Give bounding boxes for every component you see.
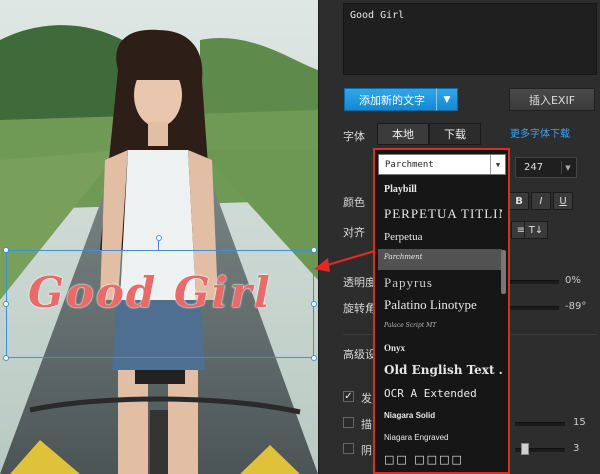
rotation-label: 旋转角 <box>343 302 376 315</box>
opacity-slider[interactable] <box>509 280 559 284</box>
rotate-handle-line <box>158 241 159 250</box>
font-dropdown[interactable]: Parchment ▼ Playbill PERPETUA TITLIN... P… <box>373 148 510 474</box>
rotation-slider[interactable] <box>509 306 559 310</box>
shadow-value: 3 <box>573 443 580 454</box>
resize-handle-br[interactable] <box>311 355 317 361</box>
overlay-text[interactable]: Good Girl <box>28 268 272 317</box>
font-option-ocr-a[interactable]: OCR A Extended <box>384 387 502 400</box>
chevron-down-icon: ▼ <box>443 94 451 105</box>
checkbox-shadow[interactable] <box>343 443 354 454</box>
more-fonts-link[interactable]: 更多字体下载 <box>510 125 570 140</box>
check-icon: ✓ <box>344 391 353 402</box>
font-option-niagara-solid[interactable]: Niagara Solid <box>384 411 502 420</box>
font-size-value: 247 <box>524 162 544 173</box>
tab-local-fonts[interactable]: 本地 <box>377 123 429 145</box>
opacity-value: 0% <box>565 275 581 286</box>
font-family-select[interactable]: Parchment ▼ <box>378 154 506 175</box>
add-text-dropdown[interactable]: ▼ <box>436 88 458 111</box>
shadow-slider-thumb[interactable] <box>521 443 529 455</box>
chevron-down-icon: ▼ <box>561 161 574 174</box>
rotate-handle[interactable] <box>156 235 162 241</box>
rotation-value: -89° <box>565 301 587 312</box>
font-size-select[interactable]: 247 ▼ <box>515 157 577 178</box>
font-option-onyx[interactable]: Onyx <box>384 343 502 353</box>
resize-handle-bl[interactable] <box>3 355 9 361</box>
checkbox-stroke[interactable] <box>343 417 354 428</box>
align-label: 对齐 <box>343 226 365 239</box>
font-option-papyrus[interactable]: Papyrus <box>384 275 502 291</box>
font-option-perpetua-titling[interactable]: PERPETUA TITLIN... <box>384 206 502 222</box>
stroke-value: 15 <box>573 417 586 428</box>
vertical-text-button[interactable]: T↓ <box>524 221 548 239</box>
color-label: 颜色 <box>343 196 365 209</box>
stroke-label: 描 <box>361 418 372 431</box>
selected-font: Parchment <box>385 159 434 170</box>
stroke-slider[interactable] <box>515 422 565 426</box>
font-list-scrollbar[interactable] <box>501 250 506 294</box>
resize-handle-mr[interactable] <box>311 301 317 307</box>
font-option-palatino[interactable]: Palatino Linotype <box>384 297 502 313</box>
font-option-perpetua[interactable]: Perpetua <box>384 231 502 243</box>
font-option-palace-script[interactable]: Palace Script MT <box>384 322 502 329</box>
chevron-down-icon: ▼ <box>490 155 505 174</box>
font-list: Playbill PERPETUA TITLIN... Perpetua Par… <box>378 178 502 472</box>
add-text-label: 添加新的文字 <box>359 93 425 107</box>
font-option-unknown[interactable]: □□ □□□□ <box>384 453 502 466</box>
font-option-niagara-engraved[interactable]: Niagara Engraved <box>384 433 502 442</box>
font-option-old-english[interactable]: Old English Text ... <box>384 363 502 377</box>
font-label: 字体 <box>343 130 365 143</box>
glow-label: 发 <box>361 392 372 405</box>
font-option-parchment[interactable]: Parchment <box>384 253 502 261</box>
tab-download-fonts[interactable]: 下载 <box>429 123 481 145</box>
italic-button[interactable]: I <box>531 192 551 210</box>
underline-button[interactable]: U <box>553 192 573 210</box>
checkbox-glow[interactable]: ✓ <box>343 391 354 402</box>
font-option-playbill[interactable]: Playbill <box>384 184 502 195</box>
bold-button[interactable]: B <box>509 192 529 210</box>
resize-handle-tl[interactable] <box>3 247 9 253</box>
text-input[interactable]: Good Girl <box>343 3 597 75</box>
shadow-label: 阴 <box>361 444 372 457</box>
insert-exif-button[interactable]: 插入EXIF <box>509 88 595 111</box>
resize-handle-ml[interactable] <box>3 301 9 307</box>
advanced-label: 高级设 <box>343 348 376 361</box>
